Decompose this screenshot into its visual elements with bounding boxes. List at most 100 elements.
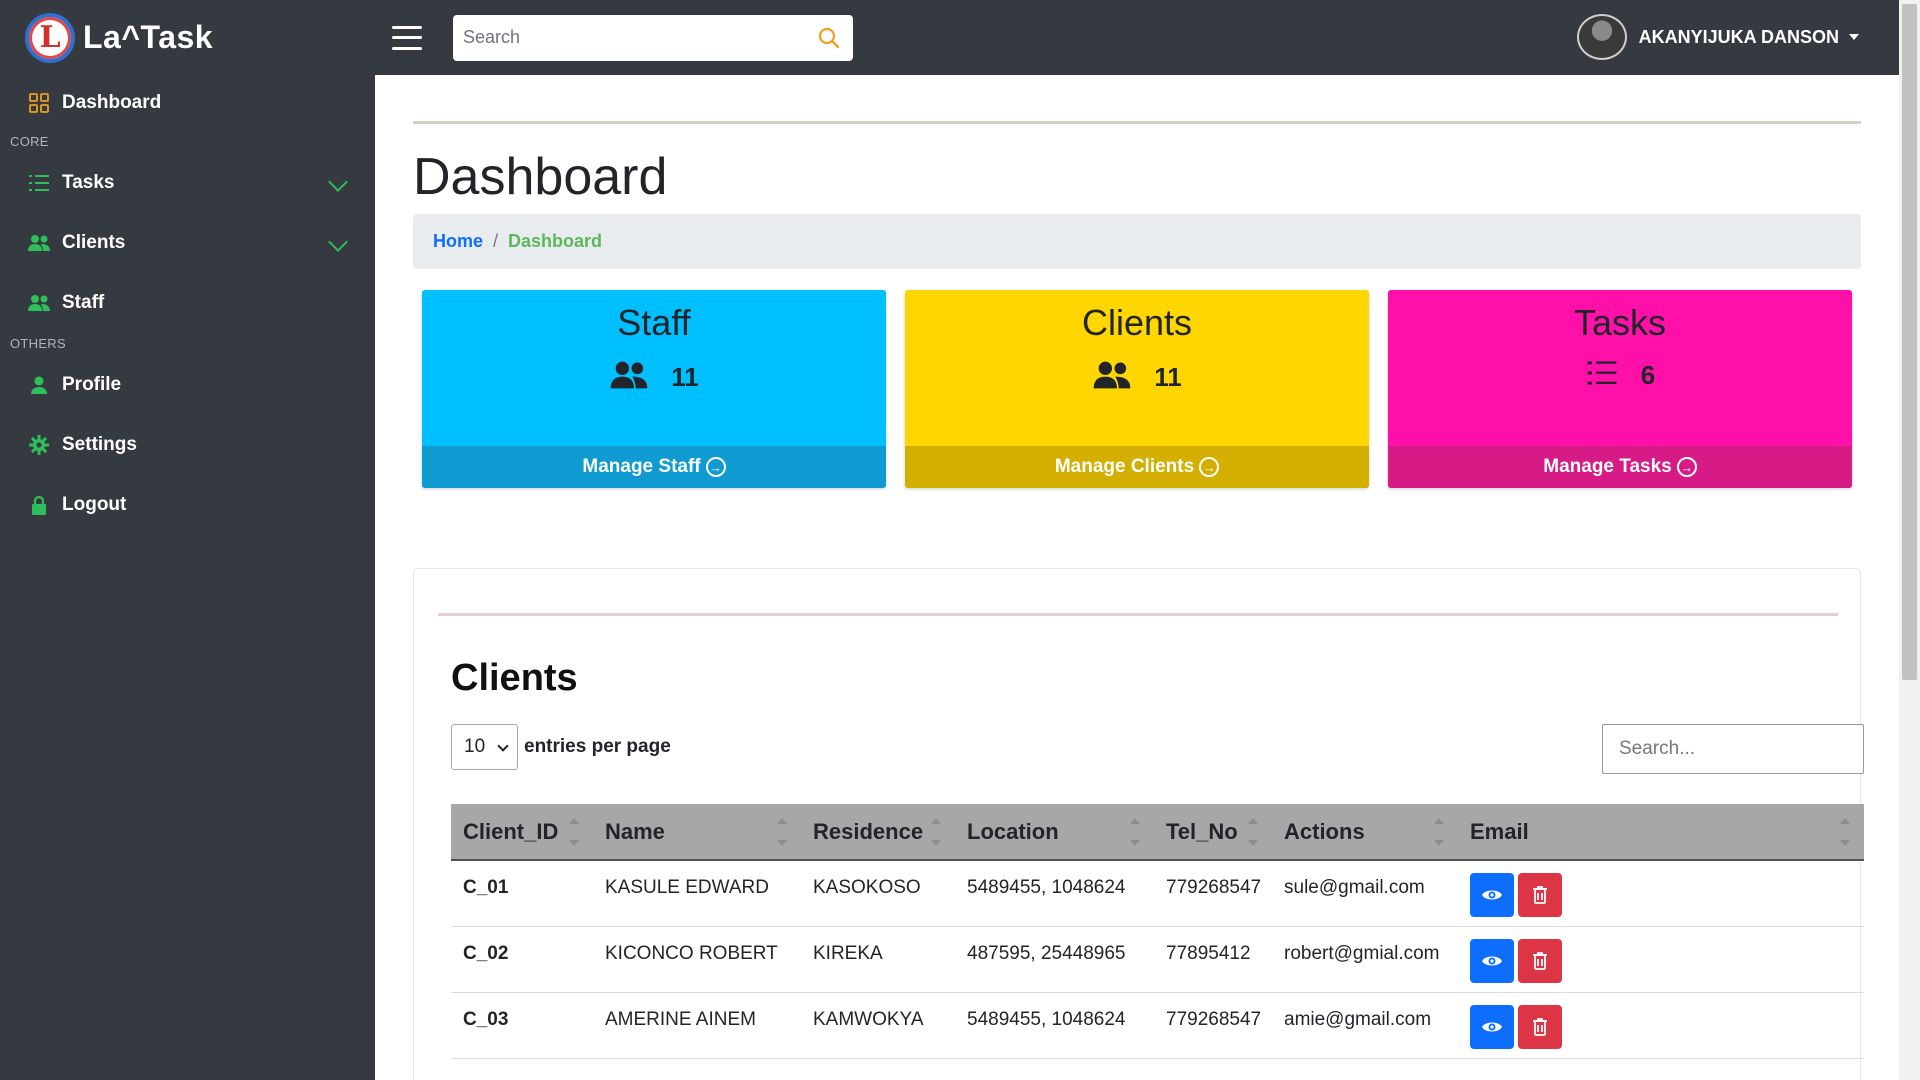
column-header[interactable]: Email [1458, 804, 1864, 861]
clients-table-card: Clients 10 entries per page Client_ID Na… [413, 568, 1864, 1080]
list-icon [28, 172, 50, 194]
top-navbar: L La^Task AKANYIJUKA DANSON [0, 0, 1899, 75]
sidebar-item-profile[interactable]: Profile [0, 355, 375, 415]
page-scrollbar[interactable] [1899, 0, 1920, 1080]
cell-name: KASULE EDWARD [605, 877, 769, 898]
users-icon [609, 360, 649, 395]
card-body: Staff 11 [422, 290, 886, 446]
delete-button[interactable] [1518, 1004, 1562, 1049]
column-header-label: Email [1470, 818, 1529, 844]
table-search-input[interactable] [1602, 724, 1864, 774]
breadcrumb-separator: / [493, 231, 499, 251]
column-header-label: Actions [1284, 818, 1365, 844]
menu-toggle-icon[interactable] [392, 25, 422, 50]
users-icon [28, 232, 50, 254]
divider [438, 613, 1838, 616]
breadcrumb: Home / Dashboard [413, 214, 1861, 269]
brand[interactable]: L La^Task [0, 12, 375, 63]
card-footer-label: Manage Clients [1054, 456, 1195, 477]
clients-count: 11 [1154, 362, 1182, 392]
sidebar-item-dashboard[interactable]: Dashboard [0, 75, 375, 131]
cell-name: KICONCO ROBERT [605, 942, 778, 964]
column-header-label: Name [605, 818, 665, 844]
scrollbar-thumb[interactable] [1902, 4, 1917, 680]
table-row: C_01 KASULE EDWARD KASOKOSO 5489455, 104… [451, 860, 1864, 926]
chevron-down-icon[interactable] [328, 172, 348, 192]
cell-residence: KAMWOKYA [813, 1008, 924, 1030]
sidebar-item-settings[interactable]: Settings [0, 415, 375, 475]
arrow-right-circle-icon: → [705, 457, 726, 477]
arrow-right-circle-icon: → [1199, 457, 1220, 477]
tasks-count: 6 [1640, 360, 1656, 390]
column-header[interactable]: Residence [801, 804, 955, 861]
cell-email [1458, 992, 1864, 1058]
cell-client-id: C_02 [463, 942, 509, 964]
top-search-input[interactable] [463, 27, 815, 48]
brand-name: La^Task [83, 19, 214, 55]
cell-location: 487595, 25448965 [967, 942, 1126, 964]
sidebar-item-label: Dashboard [62, 92, 162, 113]
view-button[interactable] [1470, 938, 1514, 983]
lock-icon [28, 494, 50, 516]
cell-residence: KIREKA [813, 942, 883, 964]
chevron-down-icon [497, 740, 509, 752]
sidebar-item-tasks[interactable]: Tasks [0, 153, 375, 213]
sidebar-item-logout[interactable]: Logout [0, 475, 375, 535]
column-header-label: Location [967, 818, 1059, 844]
list-icon [1585, 360, 1619, 391]
sort-icon [1840, 818, 1850, 846]
view-button[interactable] [1470, 1004, 1514, 1049]
delete-button[interactable] [1518, 873, 1562, 917]
view-button[interactable] [1470, 873, 1514, 917]
column-header-label: Client_ID [463, 818, 559, 844]
card-stat: 11 [422, 360, 886, 395]
card-title: Clients [1081, 302, 1193, 343]
top-search [453, 14, 853, 61]
chevron-down-icon[interactable] [328, 232, 348, 252]
gear-icon [28, 434, 50, 456]
sidebar-item-staff[interactable]: Staff [0, 273, 375, 333]
card-body: Tasks 6 [1388, 290, 1852, 446]
cell-actions: amie@gmail.com [1284, 1008, 1432, 1030]
table-row: C_02 KICONCO ROBERT KIREKA 487595, 25448… [451, 926, 1864, 992]
grid-icon [28, 92, 50, 114]
card-footer-label: Manage Tasks [1543, 456, 1672, 477]
column-header[interactable]: Name [593, 804, 801, 861]
sidebar-item-clients[interactable]: Clients [0, 213, 375, 273]
sort-icon [1130, 818, 1140, 846]
page-title: Dashboard [413, 148, 668, 206]
sidebar-item-label: Profile [62, 374, 122, 395]
users-icon [1092, 360, 1132, 395]
arrow-right-circle-icon: → [1676, 457, 1697, 477]
summary-cards: Staff 11 Manage Staff → Clients 11 Manag… [422, 290, 1871, 488]
cell-actions: robert@gmial.com [1284, 942, 1440, 964]
sidebar-item-label: Staff [62, 292, 105, 313]
column-header-label: Tel_No [1166, 818, 1238, 844]
sort-icon [777, 818, 787, 846]
sidebar-item-label: Settings [62, 434, 137, 455]
breadcrumb-current: Dashboard [508, 231, 603, 251]
delete-button[interactable] [1518, 938, 1562, 983]
cell-tel: 77895412 [1166, 942, 1251, 964]
brand-logo-letter: L [39, 19, 61, 55]
column-header[interactable]: Tel_No [1154, 804, 1272, 861]
card-body: Clients 11 [905, 290, 1369, 446]
user-menu[interactable]: AKANYIJUKA DANSON [1576, 14, 1859, 60]
column-header[interactable]: Actions [1272, 804, 1458, 861]
user-name: AKANYIJUKA DANSON [1638, 26, 1839, 47]
manage-clients-link[interactable]: Manage Clients → [905, 446, 1369, 488]
cell-email [1458, 926, 1864, 992]
users-icon [28, 292, 50, 314]
breadcrumb-home-link[interactable]: Home [433, 231, 483, 252]
entries-per-page-select[interactable]: 10 [451, 724, 518, 770]
cell-client-id: C_03 [463, 1008, 509, 1030]
search-icon[interactable] [815, 24, 843, 52]
cell-location: 5489455, 1048624 [967, 877, 1126, 898]
entries-per-page-value: 10 [464, 736, 486, 757]
column-header[interactable]: Location [955, 804, 1154, 861]
manage-tasks-link[interactable]: Manage Tasks → [1388, 446, 1852, 488]
avatar [1576, 14, 1627, 60]
column-header[interactable]: Client_ID [451, 804, 593, 861]
caret-down-icon [1849, 34, 1859, 40]
manage-staff-link[interactable]: Manage Staff → [422, 446, 886, 488]
